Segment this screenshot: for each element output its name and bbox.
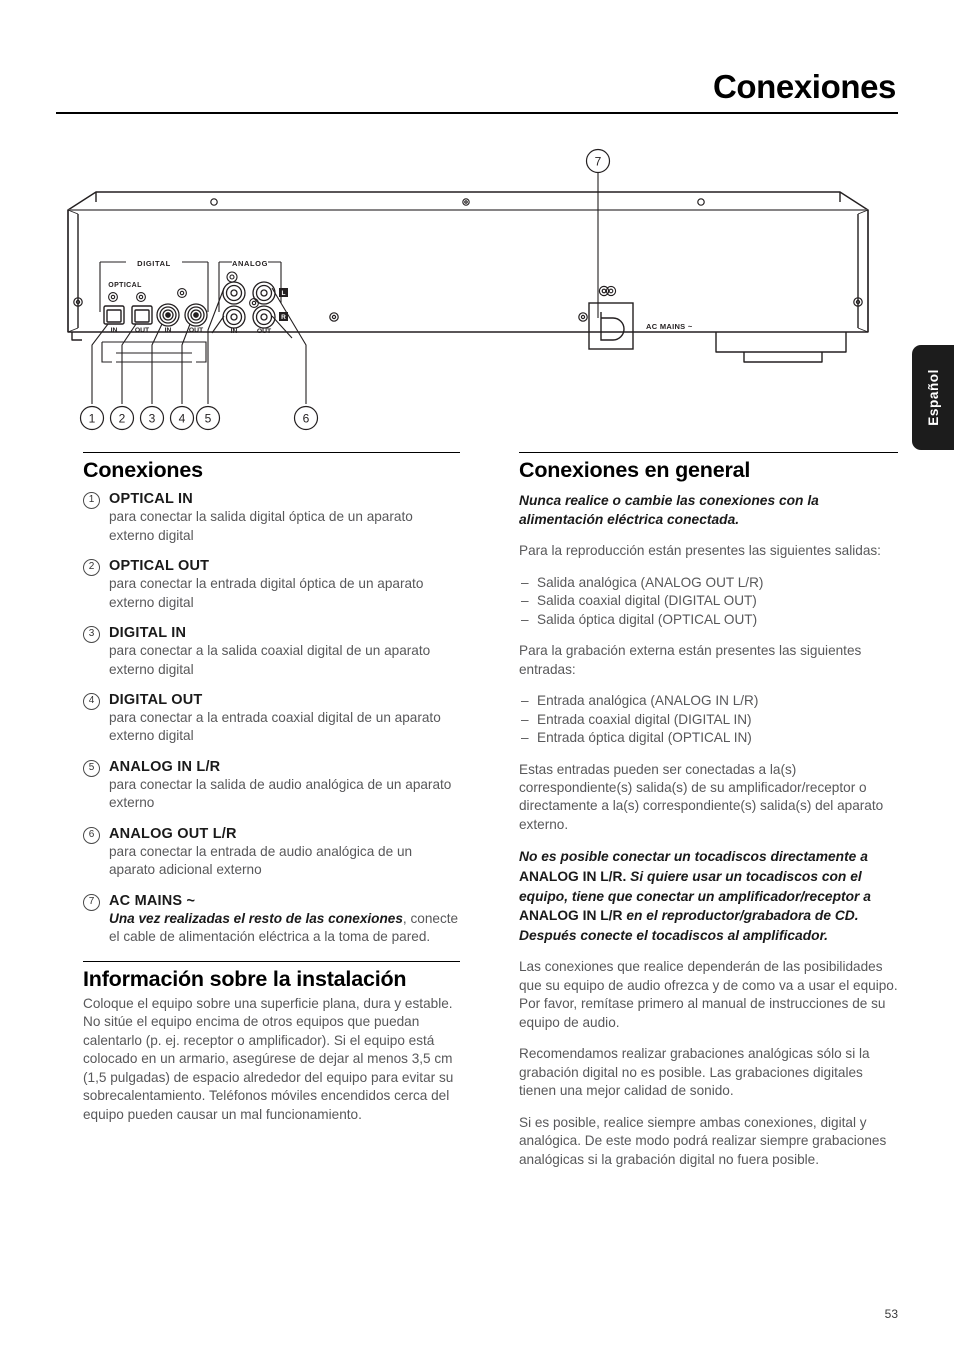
figure-callout-1-label: 1 — [89, 412, 96, 426]
connection-item-4-desc: para conectar a la entrada coaxial digit… — [109, 709, 441, 744]
figure-callout-2: 2 — [109, 405, 135, 431]
figure-callout-7-label: 7 — [595, 155, 602, 169]
figure-callout-6-label: 6 — [303, 412, 310, 426]
figure-callout-5-label: 5 — [205, 412, 212, 426]
list-item: Entrada analógica (ANALOG IN L/R) — [519, 692, 898, 711]
list-item: Entrada óptica digital (OPTICAL IN) — [519, 729, 898, 748]
connection-item-5-number: 5 — [83, 759, 100, 777]
connection-item-3: 3 DIGITAL IN para conectar a la salida c… — [83, 625, 460, 679]
figure-label-analog: ANALOG — [232, 259, 268, 268]
figure-label-optical: OPTICAL — [108, 282, 142, 289]
page-number: 53 — [884, 1307, 898, 1321]
connection-item-7-desc: Una vez realizadas el resto de las conex… — [109, 910, 460, 947]
list-item: Salida óptica digital (OPTICAL OUT) — [519, 611, 898, 630]
page-title: Conexiones — [712, 68, 896, 105]
figure-label-analog-in: IN — [231, 328, 238, 335]
list-item: Salida analógica (ANALOG OUT L/R) — [519, 574, 898, 593]
connection-item-6: 6 ANALOG OUT L/R para conectar la entrad… — [83, 826, 460, 880]
figure-label-digital: DIGITAL — [137, 259, 171, 268]
playback-intro-text: Para la reproducción están presentes las… — [519, 543, 881, 559]
language-tab-label: Español — [925, 369, 941, 426]
figure-label-ac-mains: AC MAINS ~ — [646, 322, 693, 331]
figure-callout-6: 6 — [293, 405, 319, 431]
connection-item-5-term: ANALOG IN L/R — [109, 758, 221, 775]
connection-item-2-term: OPTICAL OUT — [109, 558, 210, 575]
header-rule — [56, 111, 898, 114]
figure-label-analog-out: OUT — [257, 328, 272, 335]
recording-intro-text: Para la grabación externa están presente… — [519, 643, 862, 677]
depends-paragraph: Las conexiones que realice dependerán de… — [519, 959, 898, 1030]
connection-item-3-number: 3 — [83, 626, 100, 644]
connection-item-1-term: OPTICAL IN — [109, 491, 193, 508]
figure-label-channel-left: L — [282, 290, 286, 297]
left-section-rule — [83, 452, 460, 453]
turntable-warning-part1: No es posible conectar un tocadiscos dir… — [519, 849, 868, 865]
right-column: Conexiones en general Nunca realice o ca… — [519, 452, 898, 1182]
connection-item-1-desc: para conectar la salida digital óptica d… — [109, 509, 413, 543]
list-item: Salida coaxial digital (DIGITAL OUT) — [519, 592, 898, 611]
turntable-warning-term2: ANALOG IN L/R — [519, 908, 623, 924]
connection-item-1: 1 OPTICAL IN para conectar la salida dig… — [83, 491, 460, 545]
connection-item-7-term: AC MAINS ~ — [109, 892, 196, 909]
connection-item-4-term: DIGITAL OUT — [109, 691, 203, 708]
right-section-rule — [519, 452, 898, 453]
figure-callout-4-label: 4 — [179, 412, 186, 426]
connection-item-5-desc: para conectar la salida de audio analógi… — [109, 776, 452, 811]
figure-callout-4: 4 — [169, 405, 195, 431]
power-warning-text: Nunca realice o cambie las conexiones co… — [519, 493, 819, 528]
figure-callout-1: 1 — [79, 405, 105, 431]
install-section-rule — [83, 960, 460, 962]
left-section-title: Conexiones — [83, 458, 203, 482]
connection-item-7: 7 AC MAINS ~ Una vez realizadas el resto… — [83, 893, 460, 947]
figure-callout-3-label: 3 — [149, 412, 156, 426]
connection-item-6-term: ANALOG OUT L/R — [109, 825, 237, 842]
turntable-warning-term1: ANALOG IN L/R. — [519, 869, 627, 885]
figure-callout-3: 3 — [139, 405, 165, 431]
turntable-warning-text: No es posible conectar un tocadiscos dir… — [519, 847, 898, 945]
connection-item-7-desc-bold: Una vez realizadas el resto de las conex… — [109, 910, 403, 926]
playback-outputs-list: Salida analógica (ANALOG OUT L/R) Salida… — [519, 574, 898, 630]
connection-item-4-number: 4 — [83, 692, 100, 710]
connection-item-2-desc: para conectar la entrada digital óptica … — [109, 576, 424, 610]
page-header: Conexiones — [56, 68, 898, 114]
rear-panel-figure: DIGITAL ANALOG OPTICAL IN OUT IN OUT IN … — [56, 140, 898, 440]
language-tab-espanol: Español — [912, 345, 954, 450]
figure-label-optical-out: OUT — [135, 327, 150, 334]
figure-label-digital-in: IN — [165, 327, 172, 334]
list-item: Entrada coaxial digital (DIGITAL IN) — [519, 711, 898, 730]
connection-item-6-number: 6 — [83, 826, 100, 844]
recording-inputs-list: Entrada analógica (ANALOG IN L/R) Entrad… — [519, 692, 898, 748]
connection-item-2: 2 OPTICAL OUT para conectar la entrada d… — [83, 558, 460, 612]
both-connections-paragraph: Si es posible, realice siempre ambas con… — [519, 1114, 887, 1167]
figure-label-channel-right: R — [281, 314, 286, 321]
figure-callout-7: 7 — [585, 148, 611, 174]
connection-item-5: 5 ANALOG IN L/R para conectar la salida … — [83, 759, 460, 813]
connection-item-3-desc: para conectar a la salida coaxial digita… — [109, 643, 431, 677]
recommend-paragraph: Recomendamos realizar grabaciones analóg… — [519, 1046, 870, 1099]
right-section-title: Conexiones en general — [519, 458, 751, 482]
figure-callout-2-label: 2 — [119, 412, 126, 426]
rear-panel-diagram: DIGITAL ANALOG OPTICAL IN OUT IN OUT IN … — [67, 148, 869, 431]
install-body-text: Coloque el equipo sobre una superficie p… — [83, 995, 454, 1122]
connection-item-4: 4 DIGITAL OUT para conectar a la entrada… — [83, 692, 460, 746]
inputs-connection-text: Estas entradas pueden ser conectadas a l… — [519, 761, 884, 832]
figure-callout-5: 5 — [195, 405, 221, 431]
connection-item-6-desc: para conectar la entrada de audio analóg… — [109, 843, 413, 878]
figure-label-optical-in: IN — [111, 327, 118, 334]
connection-item-2-number: 2 — [83, 559, 100, 577]
install-section-title: Información sobre la instalación — [83, 966, 407, 991]
connection-item-3-term: DIGITAL IN — [109, 625, 187, 642]
connection-item-7-number: 7 — [83, 893, 100, 911]
left-column: Conexiones 1 OPTICAL IN para conectar la… — [83, 452, 460, 1137]
figure-label-digital-out: OUT — [189, 327, 204, 334]
connection-item-1-number: 1 — [83, 492, 100, 510]
